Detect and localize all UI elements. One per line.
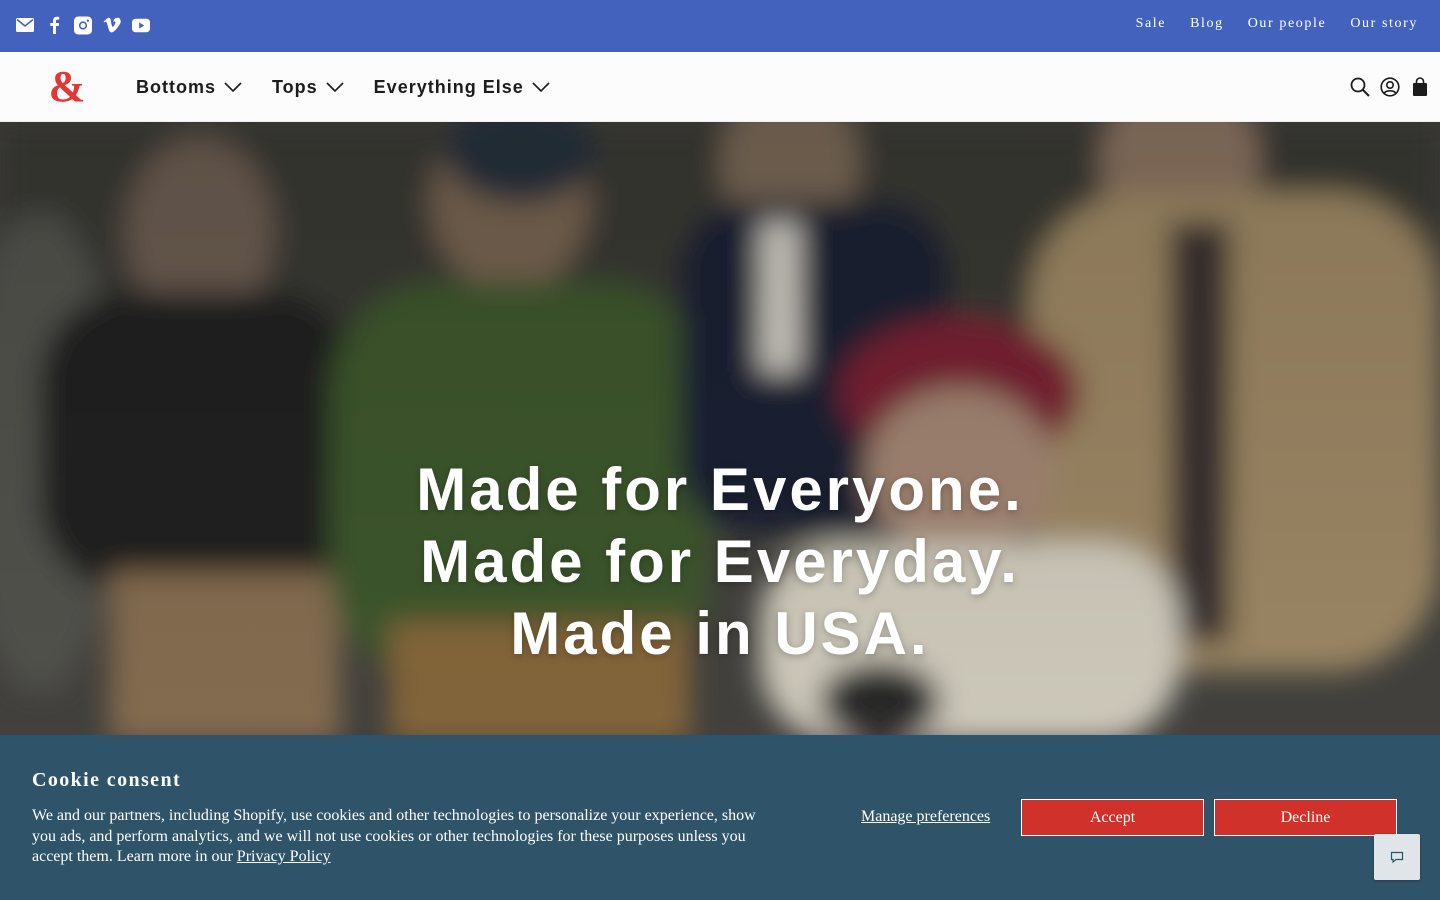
main-header: & Bottoms Tops Everything Else [0, 52, 1440, 122]
hero-line: Made for Everyone. [416, 456, 1024, 523]
sale-link[interactable]: Sale [1136, 16, 1167, 32]
hero-line: Made in USA. [510, 600, 930, 667]
hero-line: Made for Everyday. [420, 528, 1020, 595]
header-icons [1350, 76, 1430, 98]
top-bar: Sale Blog Our people Our story [0, 0, 1440, 52]
our-people-link[interactable]: Our people [1248, 16, 1327, 32]
mail-icon[interactable] [16, 15, 34, 35]
ampersand-logo[interactable]: & [48, 62, 86, 111]
cart-icon[interactable] [1410, 76, 1430, 98]
svg-text:&: & [49, 68, 86, 106]
our-story-link[interactable]: Our story [1350, 16, 1418, 32]
privacy-policy-link[interactable]: Privacy Policy [237, 848, 331, 865]
facebook-icon[interactable] [45, 15, 63, 35]
nav-label: Bottoms [136, 76, 216, 97]
cookie-text: We and our partners, including Shopify, … [32, 806, 767, 868]
chevron-down-icon [224, 82, 242, 92]
decline-button[interactable]: Decline [1214, 799, 1397, 836]
nav-item-bottoms[interactable]: Bottoms [136, 77, 242, 98]
cookie-body: We and our partners, including Shopify, … [32, 807, 756, 865]
hero-banner: Made for Everyone. Made for Everyday. Ma… [0, 122, 1440, 735]
nav-label: Tops [272, 76, 318, 97]
blog-link[interactable]: Blog [1190, 16, 1224, 32]
youtube-icon[interactable] [132, 15, 150, 35]
accept-button[interactable]: Accept [1021, 799, 1204, 836]
nav-item-everything-else[interactable]: Everything Else [374, 77, 550, 98]
manage-preferences-link[interactable]: Manage preferences [861, 808, 990, 826]
nav-label: Everything Else [373, 76, 524, 97]
nav-item-tops[interactable]: Tops [272, 77, 344, 98]
hero-headline: Made for Everyone. Made for Everyday. Ma… [0, 454, 1440, 670]
account-icon[interactable] [1380, 76, 1400, 98]
main-nav: Bottoms Tops Everything Else [136, 52, 580, 122]
chat-button[interactable] [1374, 834, 1420, 880]
chevron-down-icon [326, 82, 344, 92]
social-links [16, 15, 150, 35]
chat-icon [1390, 851, 1404, 863]
top-links: Sale Blog Our people Our story [1136, 16, 1418, 32]
chevron-down-icon [532, 82, 550, 92]
vimeo-icon[interactable] [103, 15, 121, 35]
instagram-icon[interactable] [74, 15, 92, 35]
cookie-banner: Cookie consent We and our partners, incl… [0, 735, 1440, 900]
cookie-title: Cookie consent [32, 769, 182, 791]
search-icon[interactable] [1350, 76, 1370, 98]
